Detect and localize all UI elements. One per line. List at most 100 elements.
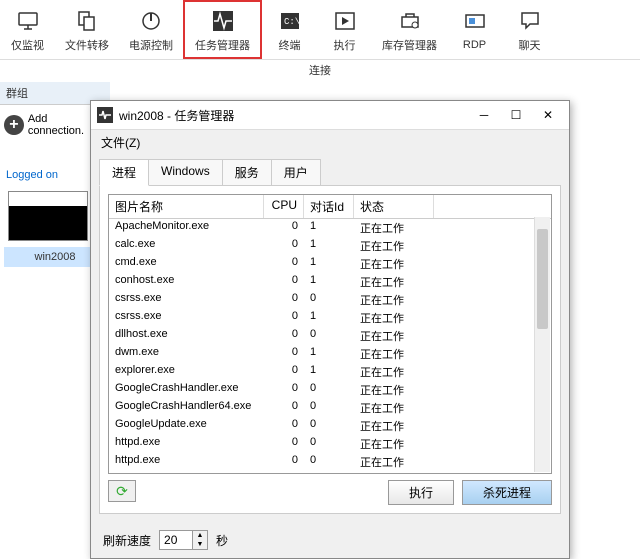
- process-row[interactable]: calc.exe01正在工作: [109, 237, 551, 255]
- process-row[interactable]: csrss.exe01正在工作: [109, 309, 551, 327]
- toolbar-item-chat[interactable]: 聊天: [502, 0, 557, 59]
- column-dialog-id[interactable]: 对话Id: [304, 195, 354, 218]
- file-menu[interactable]: 文件(Z): [91, 130, 569, 155]
- process-row[interactable]: cmd.exe01正在工作: [109, 255, 551, 273]
- toolbar-item-label: 电源控制: [129, 37, 173, 53]
- process-row[interactable]: GoogleCrashHandler.exe00正在工作: [109, 381, 551, 399]
- process-name: GoogleUpdate.exe: [109, 417, 264, 435]
- close-button[interactable]: ✕: [533, 105, 563, 125]
- tab-3[interactable]: 用户: [271, 159, 321, 186]
- refresh-speed-spinner[interactable]: ▲ ▼: [159, 530, 208, 550]
- toolbar-item-label: 文件转移: [65, 37, 109, 53]
- process-name: conhost.exe: [109, 273, 264, 291]
- svg-text:C:\: C:\: [284, 17, 300, 27]
- plus-icon: +: [4, 115, 24, 135]
- process-name: dwm.exe: [109, 345, 264, 363]
- execute-button[interactable]: 执行: [388, 480, 454, 505]
- process-dialog-id: 0: [304, 327, 354, 345]
- process-row[interactable]: GoogleUpdate.exe00正在工作: [109, 417, 551, 435]
- refresh-speed-row: 刷新速度 ▲ ▼ 秒: [91, 522, 569, 558]
- toolbar-item-label: 仅监视: [11, 37, 44, 53]
- process-row[interactable]: dwm.exe01正在工作: [109, 345, 551, 363]
- process-cpu: 0: [264, 363, 304, 381]
- column-name[interactable]: 图片名称: [109, 195, 264, 218]
- process-cpu: 0: [264, 237, 304, 255]
- process-row[interactable]: GoogleCrashHandler64.exe00正在工作: [109, 399, 551, 417]
- column-status[interactable]: 状态: [354, 195, 434, 218]
- process-dialog-id: 1: [304, 363, 354, 381]
- process-dialog-id: 1: [304, 273, 354, 291]
- toolbar-item-inventory[interactable]: 库存管理器: [372, 0, 447, 59]
- process-dialog-id: 0: [304, 291, 354, 309]
- tab-2[interactable]: 服务: [222, 159, 272, 186]
- process-status: 正在工作: [354, 363, 434, 381]
- process-name: explorer.exe: [109, 363, 264, 381]
- process-dialog-id: 1: [304, 345, 354, 363]
- process-cpu: 0: [264, 381, 304, 399]
- process-status: 正在工作: [354, 417, 434, 435]
- process-row[interactable]: jucheck.exe01正在工作: [109, 471, 551, 474]
- tab-1[interactable]: Windows: [148, 159, 223, 186]
- power-icon: [137, 7, 165, 35]
- spinner-down[interactable]: ▼: [193, 540, 207, 549]
- tab-0[interactable]: 进程: [99, 159, 149, 186]
- process-cpu: 0: [264, 327, 304, 345]
- toolbar-section-label: 连接: [0, 60, 640, 84]
- terminal-icon: C:\: [276, 7, 304, 35]
- toolbar-item-label: 终端: [279, 37, 301, 53]
- process-name: httpd.exe: [109, 435, 264, 453]
- scrollbar-thumb[interactable]: [537, 229, 548, 329]
- process-status: 正在工作: [354, 219, 434, 237]
- scrollbar[interactable]: [534, 217, 550, 472]
- process-cpu: 0: [264, 219, 304, 237]
- kill-process-button[interactable]: 杀死进程: [462, 480, 552, 505]
- inventory-icon: [396, 7, 424, 35]
- refresh-button[interactable]: ⟳: [108, 480, 136, 502]
- process-dialog-id: 1: [304, 471, 354, 474]
- toolbar-item-pulse[interactable]: 任务管理器: [183, 0, 262, 59]
- process-row[interactable]: httpd.exe00正在工作: [109, 453, 551, 471]
- process-dialog-id: 1: [304, 309, 354, 327]
- toolbar-item-monitor[interactable]: 仅监视: [0, 0, 55, 59]
- process-status: 正在工作: [354, 273, 434, 291]
- process-row[interactable]: explorer.exe01正在工作: [109, 363, 551, 381]
- process-list: 图片名称 CPU 对话Id 状态 ApacheMonitor.exe01正在工作…: [108, 194, 552, 474]
- toolbar-item-terminal[interactable]: C:\ 终端: [262, 0, 317, 59]
- process-cpu: 0: [264, 435, 304, 453]
- toolbar-item-label: 聊天: [519, 37, 541, 53]
- process-status: 正在工作: [354, 291, 434, 309]
- process-status: 正在工作: [354, 237, 434, 255]
- process-status: 正在工作: [354, 327, 434, 345]
- process-cpu: 0: [264, 453, 304, 471]
- process-cpu: 0: [264, 273, 304, 291]
- process-name: csrss.exe: [109, 309, 264, 327]
- process-cpu: 0: [264, 291, 304, 309]
- spinner-up[interactable]: ▲: [193, 531, 207, 540]
- process-row[interactable]: httpd.exe00正在工作: [109, 435, 551, 453]
- tab-content-processes: 图片名称 CPU 对话Id 状态 ApacheMonitor.exe01正在工作…: [99, 185, 561, 514]
- toolbar-item-play[interactable]: 执行: [317, 0, 372, 59]
- process-row[interactable]: ApacheMonitor.exe01正在工作: [109, 219, 551, 237]
- play-icon: [331, 7, 359, 35]
- process-dialog-id: 0: [304, 417, 354, 435]
- process-name: httpd.exe: [109, 453, 264, 471]
- refresh-speed-input[interactable]: [160, 531, 192, 549]
- process-row[interactable]: dllhost.exe00正在工作: [109, 327, 551, 345]
- refresh-speed-unit: 秒: [216, 532, 228, 549]
- process-dialog-id: 0: [304, 453, 354, 471]
- column-cpu[interactable]: CPU: [264, 195, 304, 218]
- toolbar-item-label: 任务管理器: [195, 37, 250, 53]
- process-row[interactable]: conhost.exe01正在工作: [109, 273, 551, 291]
- pulse-icon: [97, 107, 113, 123]
- toolbar-item-files[interactable]: 文件转移: [55, 0, 119, 59]
- minimize-button[interactable]: ─: [469, 105, 499, 125]
- files-icon: [73, 7, 101, 35]
- connection-thumbnail[interactable]: [8, 191, 88, 241]
- process-row[interactable]: csrss.exe00正在工作: [109, 291, 551, 309]
- process-status: 正在工作: [354, 381, 434, 399]
- toolbar-item-power[interactable]: 电源控制: [119, 0, 183, 59]
- toolbar-item-rdp[interactable]: RDP: [447, 0, 502, 59]
- process-status: 正在工作: [354, 309, 434, 327]
- toolbar-item-label: 执行: [334, 37, 356, 53]
- maximize-button[interactable]: ☐: [501, 105, 531, 125]
